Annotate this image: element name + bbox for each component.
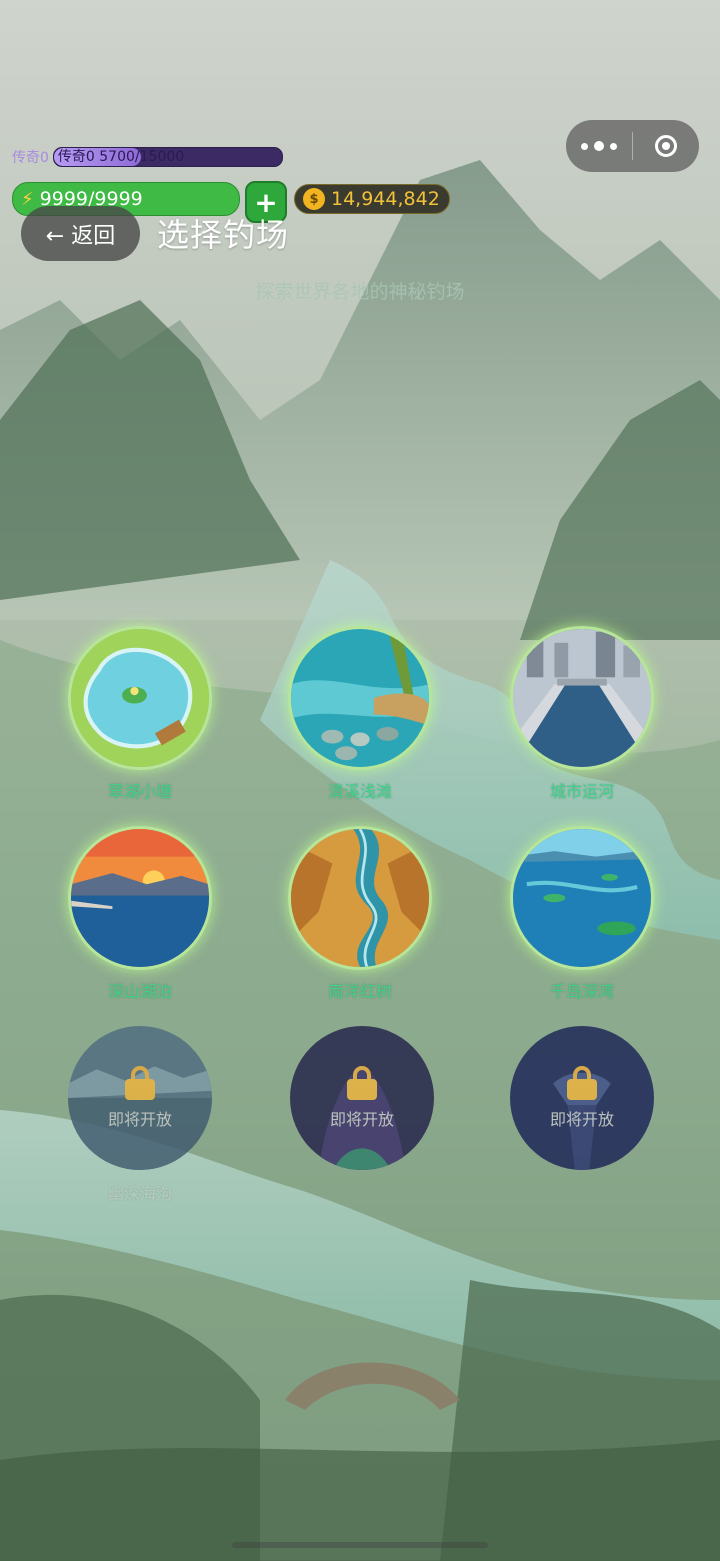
spot-3[interactable] [68,826,212,970]
spot-5[interactable] [510,826,654,970]
lightning-icon: ⚡ [21,188,34,210]
spot-label-2: 城市运河 [549,782,614,801]
more-dots-icon[interactable] [566,141,632,151]
coming-soon-badge: 即将开放 [107,1110,172,1129]
lock-overlay: 即将开放 [510,1026,654,1170]
spot-4[interactable] [288,826,432,970]
lock-icon [347,1066,377,1100]
mangrove-illustration [291,829,429,967]
legend-progress-bar: 传奇0 5700/15000 [52,147,283,167]
spot-7[interactable]: 即将开放 [290,1026,434,1170]
spot-0[interactable] [68,626,212,770]
lock-icon [125,1066,155,1100]
spot-label-1: 清溪浅滩 [327,782,392,801]
back-button[interactable]: ← 返回 [21,206,140,261]
target-close-icon[interactable] [633,135,699,157]
miniprogram-capsule [566,120,699,172]
spot-2[interactable] [510,626,654,770]
lock-overlay: 即将开放 [290,1026,434,1170]
spot-label-4: 南洋红树 [327,982,392,1001]
spot-8[interactable]: 即将开放 [510,1026,654,1170]
legend-tag: 传奇0 [12,150,49,166]
mountain-lake-illustration [71,829,209,967]
legend-progress-row: 传奇0 传奇0 5700/15000 [12,146,283,168]
islands-bay-illustration [513,829,651,967]
spot-1[interactable] [288,626,432,770]
legend-progress-text: 传奇0 5700/15000 [57,149,185,165]
spot-6[interactable]: 即将开放 [68,1026,212,1170]
coin-value: 14,944,842 [331,188,440,210]
coin-balance: $ 14,944,842 [294,184,450,214]
spot-label-6: 幽深海沟 [107,1184,172,1203]
spot-label-0: 翠湖小塘 [107,782,172,801]
lock-icon [567,1066,597,1100]
stream-illustration [291,629,429,767]
coming-soon-badge: 即将开放 [329,1110,394,1129]
money-bag-icon: $ [303,188,325,210]
spot-label-3: 深山湖泊 [107,982,172,1001]
coming-soon-badge: 即将开放 [549,1110,614,1129]
canal-illustration [513,629,651,767]
lock-overlay: 即将开放 [68,1026,212,1170]
pond-illustration [71,629,209,767]
page-subtitle: 探索世界各地的神秘钓场 [255,281,465,303]
home-indicator[interactable] [232,1542,488,1548]
page-title: 选择钓场 [157,216,290,254]
spot-label-5: 千岛深湾 [549,982,614,1001]
